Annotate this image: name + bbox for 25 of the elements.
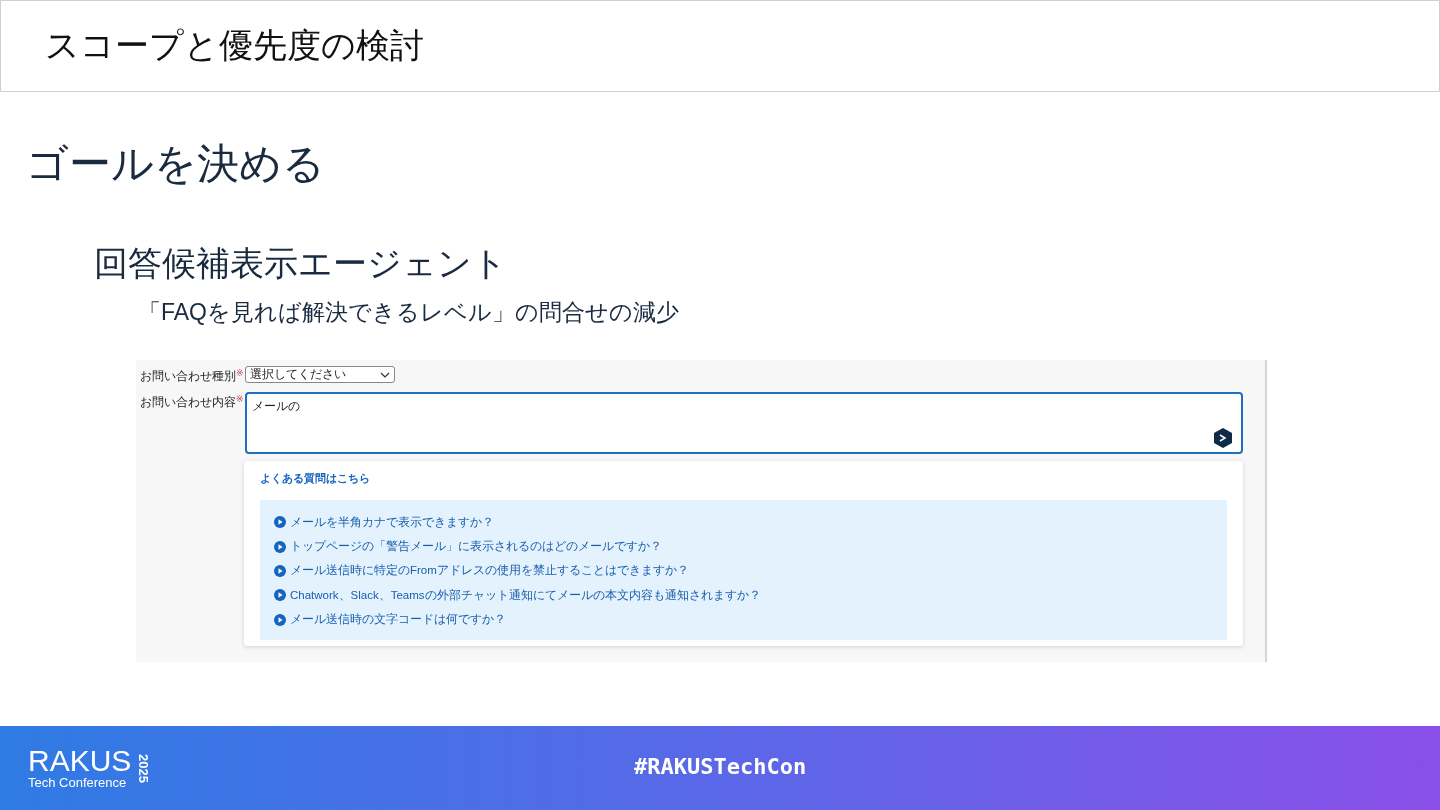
faq-link[interactable]: トップページの「警告メール」に表示されるのはどのメールですか？ xyxy=(290,539,662,555)
faq-link[interactable]: メールを半角カナで表示できますか？ xyxy=(290,514,494,530)
goal-text: 「FAQを見れば解決できるレベル」の問合せの減少 xyxy=(138,298,680,327)
field-label: お問い合わせ種別※ xyxy=(140,367,245,385)
slide-heading: ゴールを決める xyxy=(26,139,326,189)
field-label: お問い合わせ内容※ xyxy=(140,393,245,411)
play-circle-icon xyxy=(274,540,286,553)
faq-link[interactable]: Chatwork、Slack、Teamsの外部チャット通知にてメールの本文内容も通知されますか？ xyxy=(290,587,761,603)
slide-subheading: 回答候補表示エージェント xyxy=(94,243,508,284)
faq-link[interactable]: メール送信時の文字コードは何ですか？ xyxy=(290,612,506,628)
chevron-down-icon xyxy=(380,371,390,378)
logo-year: 2025 xyxy=(135,752,151,785)
inquiry-content-textarea[interactable]: メールの xyxy=(245,392,1243,454)
faq-link[interactable]: メール送信時に特定のFromアドレスの使用を禁止することはできますか？ xyxy=(290,563,689,579)
inquiry-type-dropdown[interactable]: 選択してください xyxy=(245,366,395,383)
play-circle-icon xyxy=(274,589,286,602)
logo-subtitle: Tech Conference xyxy=(28,776,128,790)
hexagon-logo-icon[interactable] xyxy=(1212,427,1234,449)
play-circle-icon xyxy=(274,564,286,577)
play-circle-icon xyxy=(274,516,286,529)
logo-text: RAKUS xyxy=(28,746,132,776)
slide-title: スコープと優先度の検討 xyxy=(45,25,424,66)
play-circle-icon xyxy=(274,613,286,626)
hashtag-text: #RAKUSTechCon xyxy=(634,754,807,779)
faq-heading: よくある質問はこちら xyxy=(260,471,371,486)
